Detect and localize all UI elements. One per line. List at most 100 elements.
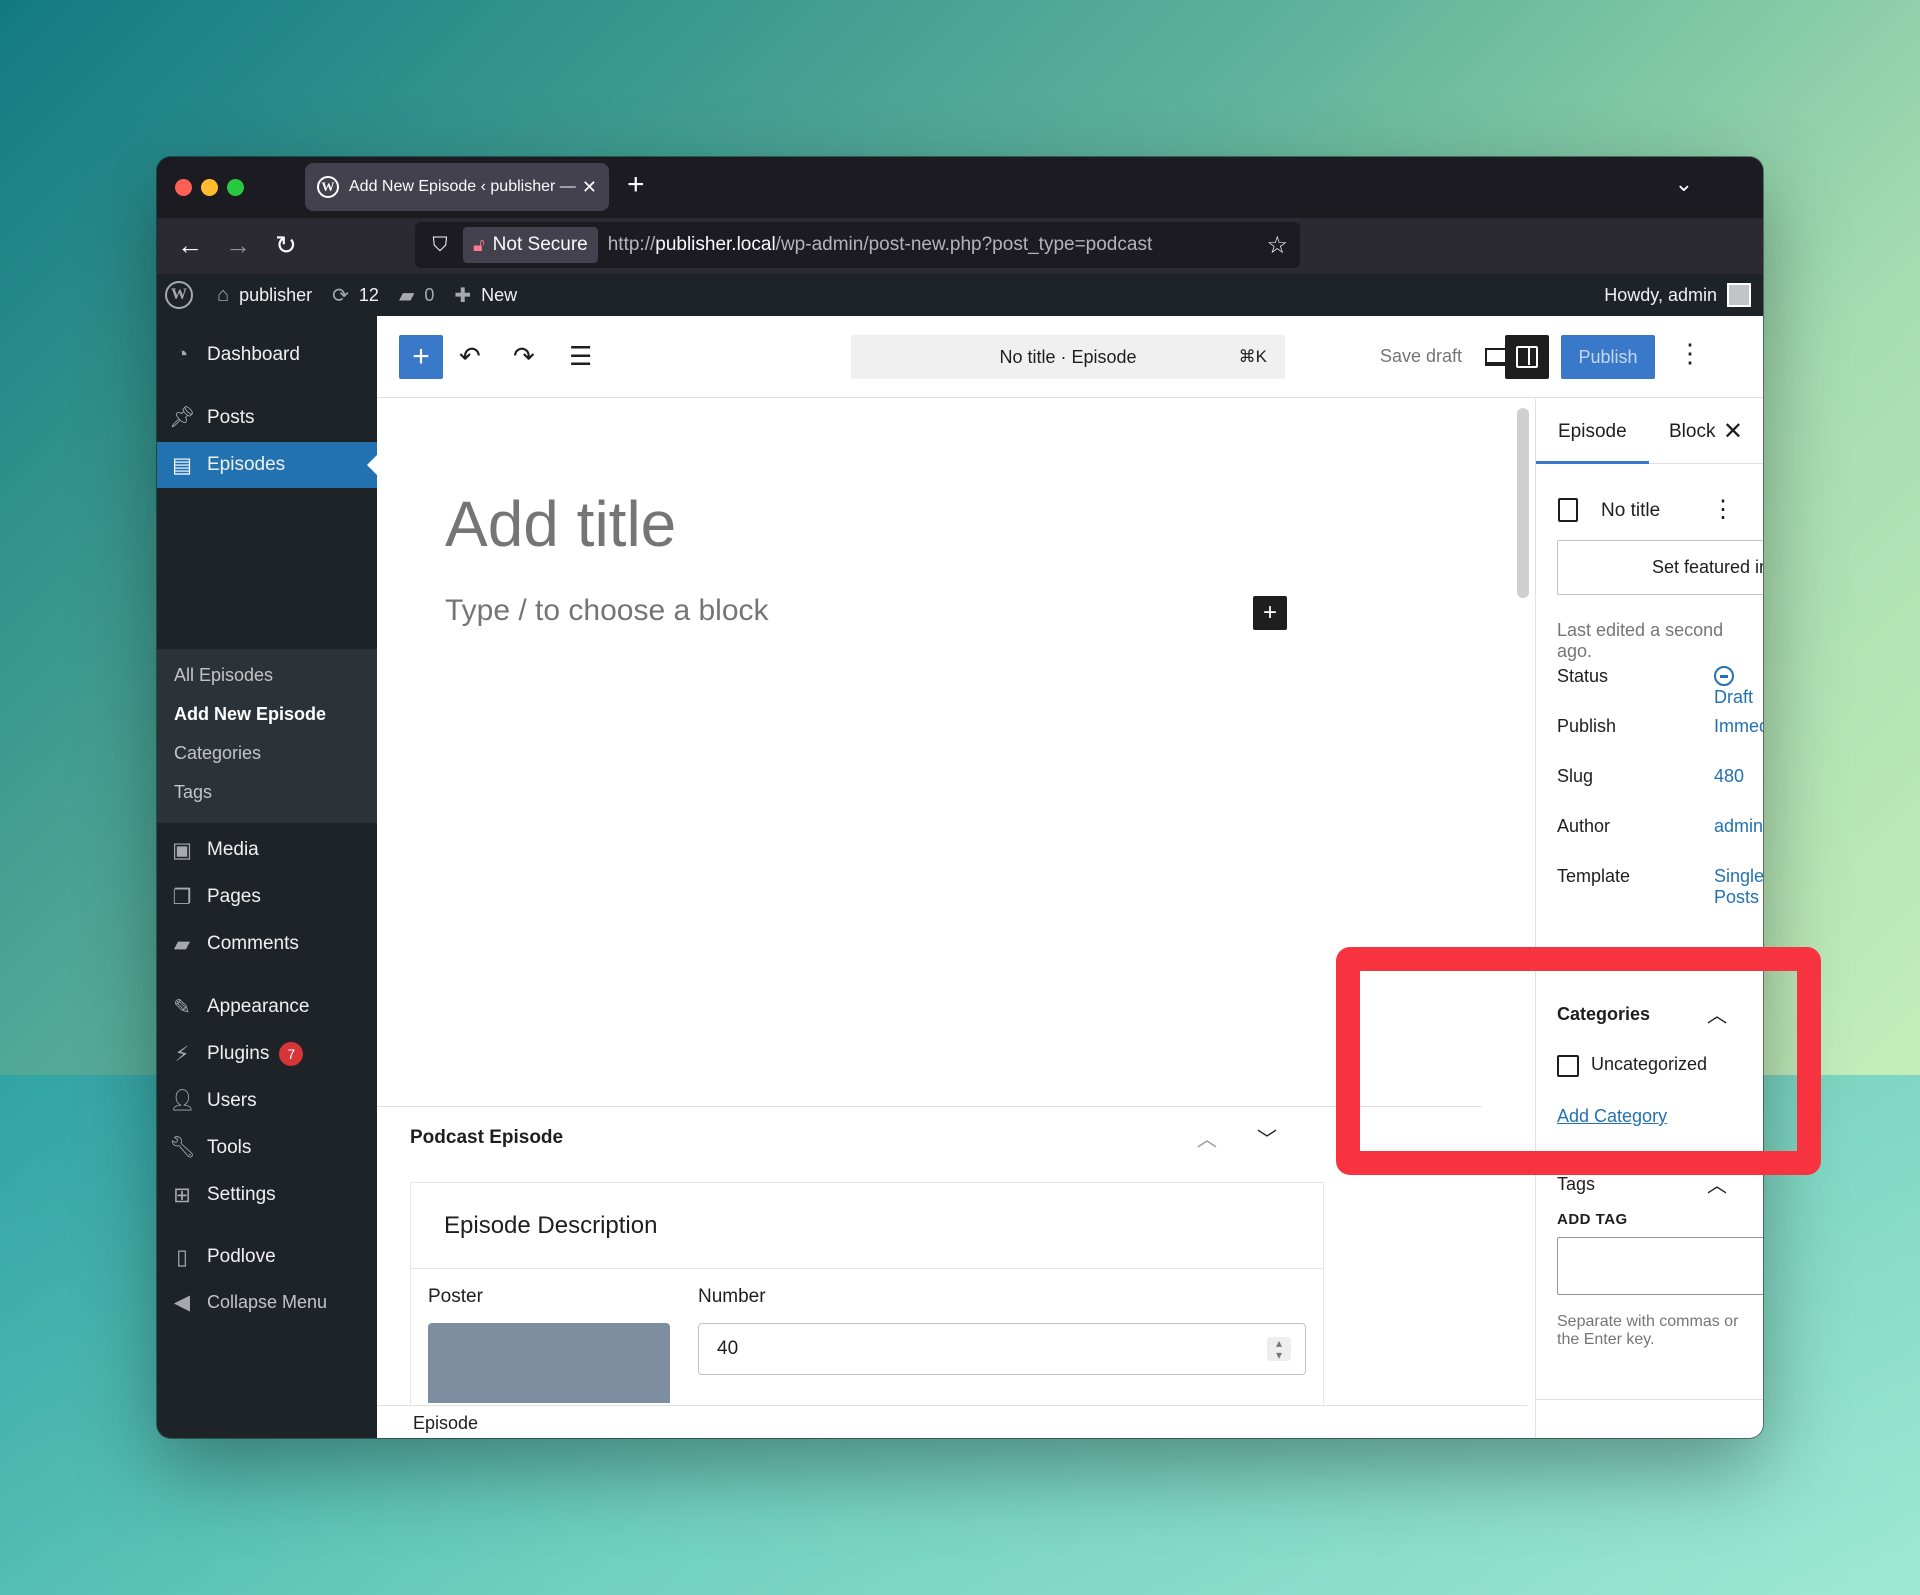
document-overview-icon[interactable]: ☰ <box>569 338 592 374</box>
collapse-menu-button[interactable]: ◀ Collapse Menu <box>157 1279 377 1325</box>
inline-inserter-button[interactable]: + <box>1253 596 1287 630</box>
bookmark-star-icon[interactable]: ☆ <box>1266 231 1288 260</box>
new-content-link[interactable]: ✚ New <box>454 283 517 308</box>
publish-button[interactable]: Publish <box>1561 335 1655 379</box>
sidebar-tabs: Episode Block ✕ <box>1536 399 1763 464</box>
status-value[interactable]: Draft <box>1714 666 1763 708</box>
address-bar[interactable]: ⛉ 🔓︎ Not Secure http://publisher.local/w… <box>415 222 1300 268</box>
add-tag-input[interactable] <box>1557 1237 1763 1295</box>
submenu-add-new-episode[interactable]: Add New Episode <box>174 704 326 725</box>
settings-panel-toggle-icon[interactable] <box>1505 335 1549 379</box>
sidebar-item-episodes[interactable]: ▤ Episodes <box>157 442 377 488</box>
block-placeholder[interactable]: Type / to choose a block <box>445 594 769 628</box>
new-label: New <box>481 284 518 305</box>
sidebar-item-podlove[interactable]: ▯ Podlove <box>157 1234 377 1280</box>
site-name: publisher <box>239 284 313 305</box>
sidebar-item-users[interactable]: 👤︎ Users <box>157 1078 377 1124</box>
sidebar-item-dashboard[interactable]: ◔ Dashboard <box>157 332 377 378</box>
episode-number-value: 40 <box>717 1338 739 1359</box>
insecure-lock-icon: 🔓︎ <box>473 234 485 255</box>
move-up-icon[interactable]: ︿ <box>1197 1123 1217 1152</box>
poster-image[interactable] <box>428 1323 670 1403</box>
sidebar-item-comments[interactable]: ▰ Comments <box>157 921 377 967</box>
sidebar-item-label: Plugins <box>207 1043 270 1064</box>
sidebar-item-posts[interactable]: 📌︎ Posts <box>157 395 377 441</box>
poster-label: Poster <box>428 1286 483 1307</box>
breadcrumb-item[interactable]: Episode <box>413 1413 478 1433</box>
post-actions-icon[interactable]: ⋮ <box>1711 495 1735 524</box>
back-icon[interactable]: ← <box>177 228 203 262</box>
close-window-button[interactable] <box>175 179 192 196</box>
plug-icon: ⚡︎ <box>174 1042 190 1066</box>
wordpress-logo-icon[interactable]: W <box>165 281 193 309</box>
submenu-all-episodes[interactable]: All Episodes <box>174 665 273 686</box>
chevron-down-icon[interactable]: ⌄ <box>1675 171 1693 197</box>
tab-title: Add New Episode ‹ publisher — <box>349 178 576 195</box>
undo-icon[interactable]: ↶ <box>459 338 481 374</box>
slug-link[interactable]: 480 <box>1714 766 1744 787</box>
episode-description-panel: Episode Description Poster Number 40 ▴ ▾ <box>410 1182 1324 1405</box>
stepper-icon[interactable]: ▴ ▾ <box>1267 1337 1291 1361</box>
sidebar-item-label: Podlove <box>207 1246 276 1267</box>
options-menu-icon[interactable]: ⋮ <box>1677 338 1703 369</box>
episode-number-input[interactable]: 40 ▴ ▾ <box>698 1323 1306 1375</box>
sidebar-item-label: Media <box>207 839 259 860</box>
post-title-input[interactable]: Add title <box>445 487 676 561</box>
panel-title: Episode Description <box>411 1183 1323 1269</box>
sidebar-item-tools[interactable]: 🔧︎ Tools <box>157 1125 377 1171</box>
plus-icon: ✚ <box>454 284 472 307</box>
close-tab-icon[interactable]: ✕ <box>582 177 597 198</box>
save-draft-button[interactable]: Save draft <box>1380 346 1462 367</box>
sidebar-item-label: Posts <box>207 407 255 428</box>
forward-icon[interactable]: → <box>225 228 251 262</box>
updates-link[interactable]: ⟳ 12 <box>332 283 379 308</box>
sidebar-item-media[interactable]: ▣ Media <box>157 827 377 873</box>
site-name-link[interactable]: ⌂ publisher <box>217 284 312 307</box>
maximize-window-button[interactable] <box>227 179 244 196</box>
shield-icon[interactable]: ⛉ <box>425 234 455 257</box>
pages-icon: ❐ <box>172 885 192 909</box>
settings-sliders-icon: ⊞ <box>173 1183 191 1207</box>
tags-panel-title[interactable]: Tags <box>1557 1174 1595 1195</box>
url-path: /wp-admin/post-new.php?post_type=podcast <box>775 234 1153 255</box>
browser-window: W Add New Episode ‹ publisher — ✕ + ⌄ ← … <box>157 157 1763 1438</box>
categories-highlight-box <box>1336 947 1821 1175</box>
updates-count: 12 <box>358 284 379 305</box>
submenu-tags[interactable]: Tags <box>174 782 212 803</box>
template-link[interactable]: Single Posts <box>1714 866 1763 908</box>
sidebar-item-label: Pages <box>207 886 261 907</box>
media-icon: ▣ <box>172 838 192 862</box>
browser-tab[interactable]: W Add New Episode ‹ publisher — ✕ <box>305 163 609 211</box>
sidebar-item-pages[interactable]: ❐ Pages <box>157 874 377 920</box>
tab-episode[interactable]: Episode <box>1536 421 1649 464</box>
sidebar-item-label: Episodes <box>207 454 286 475</box>
account-menu[interactable]: Howdy, admin <box>1604 283 1751 307</box>
comments-link[interactable]: ▰ 0 <box>399 283 434 308</box>
sidebar-item-appearance[interactable]: ✎ Appearance <box>157 984 377 1030</box>
minimize-window-button[interactable] <box>201 179 218 196</box>
document-title: No title · Episode <box>999 346 1137 367</box>
publish-date-link[interactable]: Immediately <box>1714 716 1763 737</box>
redo-icon[interactable]: ↷ <box>513 338 535 374</box>
close-icon[interactable]: ✕ <box>1723 417 1743 446</box>
set-featured-image-button[interactable]: Set featured image <box>1557 540 1763 595</box>
pin-icon: 📌︎ <box>169 406 196 429</box>
command-shortcut: ⌘K <box>1238 347 1267 366</box>
tab-block[interactable]: Block <box>1669 421 1715 443</box>
block-inserter-button[interactable]: + <box>399 335 443 379</box>
sidebar-item-settings[interactable]: ⊞ Settings <box>157 1172 377 1218</box>
howdy-text: Howdy, admin <box>1604 284 1717 305</box>
podcast-episode-metabox: Podcast Episode ︿ ﹀ Episode Description … <box>377 1106 1482 1405</box>
reload-icon[interactable]: ↻ <box>275 228 297 262</box>
sidebar-item-plugins[interactable]: ⚡︎ Plugins 7 <box>157 1031 377 1077</box>
security-indicator[interactable]: 🔓︎ Not Secure <box>463 227 598 263</box>
command-palette-button[interactable]: No title · Episode ⌘K <box>851 335 1285 379</box>
author-link[interactable]: admin <box>1714 816 1763 837</box>
new-tab-button[interactable]: + <box>627 169 645 201</box>
document-icon <box>1558 498 1578 522</box>
url-text[interactable]: http://publisher.local/wp-admin/post-new… <box>608 234 1153 256</box>
canvas-scrollbar[interactable] <box>1517 408 1529 598</box>
toggle-panel-icon[interactable]: ﹀ <box>1257 1123 1277 1152</box>
settings-sidebar: Episode Block ✕ No title ⋮ Set featured … <box>1535 399 1763 1438</box>
submenu-categories[interactable]: Categories <box>174 743 261 764</box>
